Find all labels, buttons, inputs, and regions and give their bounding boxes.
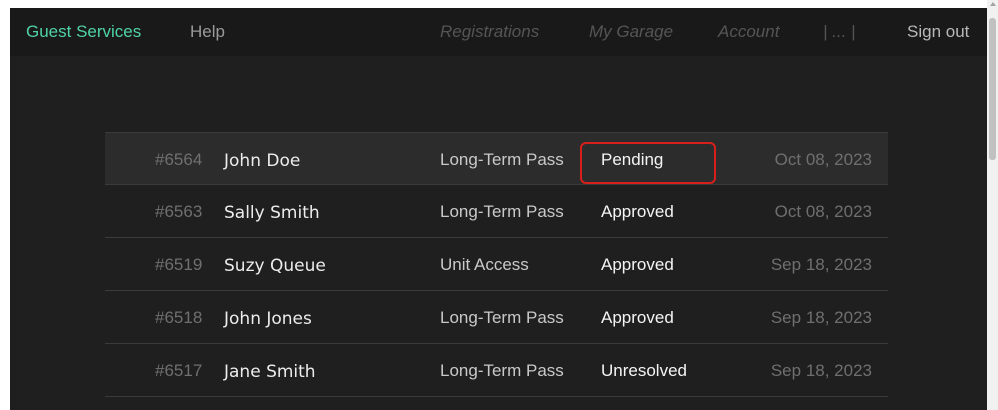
registration-date: Oct 08, 2023	[774, 202, 872, 221]
registration-id: #6518	[155, 308, 203, 327]
pass-type: Long-Term Pass	[440, 361, 564, 380]
sign-out-link[interactable]: Sign out	[907, 22, 969, 42]
registration-id: #6564	[155, 150, 203, 169]
scroll-up-arrow-icon[interactable]	[990, 2, 996, 6]
nav-my-garage-link[interactable]: My Garage	[589, 22, 673, 42]
nav-account-link[interactable]: Account	[718, 22, 779, 42]
guest-name: Sally Smith	[224, 203, 320, 223]
registration-id: #6519	[155, 255, 203, 274]
status-badge: Approved	[601, 308, 674, 327]
vertical-scrollbar[interactable]	[987, 0, 998, 410]
guest-name: John Doe	[224, 151, 301, 171]
nav-guest-services-link[interactable]: Guest Services	[26, 22, 141, 42]
guest-name: Jane Smith	[224, 362, 316, 382]
guest-name: Suzy Queue	[224, 256, 326, 276]
table-row[interactable]: #6563 Sally Smith Long-Term Pass Approve…	[105, 185, 888, 238]
nav-registrations-link[interactable]: Registrations	[440, 22, 539, 42]
registration-id: #6563	[155, 202, 203, 221]
registration-date: Sep 18, 2023	[770, 361, 872, 380]
table-row[interactable]: #6517 Jane Smith Long-Term Pass Unresolv…	[105, 344, 888, 397]
top-navbar: Guest Services Help Registrations My Gar…	[10, 8, 987, 56]
status-badge: Pending	[601, 150, 664, 169]
table-row[interactable]: #6518 John Jones Long-Term Pass Approved…	[105, 291, 888, 344]
status-badge: Approved	[601, 255, 674, 274]
status-badge: Unresolved	[601, 361, 687, 380]
registration-date: Sep 18, 2023	[770, 308, 872, 327]
app-window: Guest Services Help Registrations My Gar…	[10, 8, 987, 410]
table-row[interactable]: #6564 John Doe Long-Term Pass Pending Oc…	[105, 132, 888, 185]
nav-help-link[interactable]: Help	[190, 22, 225, 42]
registration-date: Oct 08, 2023	[774, 150, 872, 169]
pass-type: Long-Term Pass	[440, 202, 564, 221]
table-row[interactable]: #6519 Suzy Queue Unit Access Approved Se…	[105, 238, 888, 291]
status-badge: Approved	[601, 202, 674, 221]
nav-more-menu[interactable]: | ... |	[823, 22, 855, 42]
scroll-thumb[interactable]	[989, 18, 996, 160]
guest-name: John Jones	[224, 309, 312, 329]
pass-type: Long-Term Pass	[440, 308, 564, 327]
registration-date: Sep 18, 2023	[770, 255, 872, 274]
registrations-table: #6564 John Doe Long-Term Pass Pending Oc…	[105, 132, 888, 397]
pass-type: Unit Access	[440, 255, 529, 274]
registration-id: #6517	[155, 361, 203, 380]
pass-type: Long-Term Pass	[440, 150, 564, 169]
